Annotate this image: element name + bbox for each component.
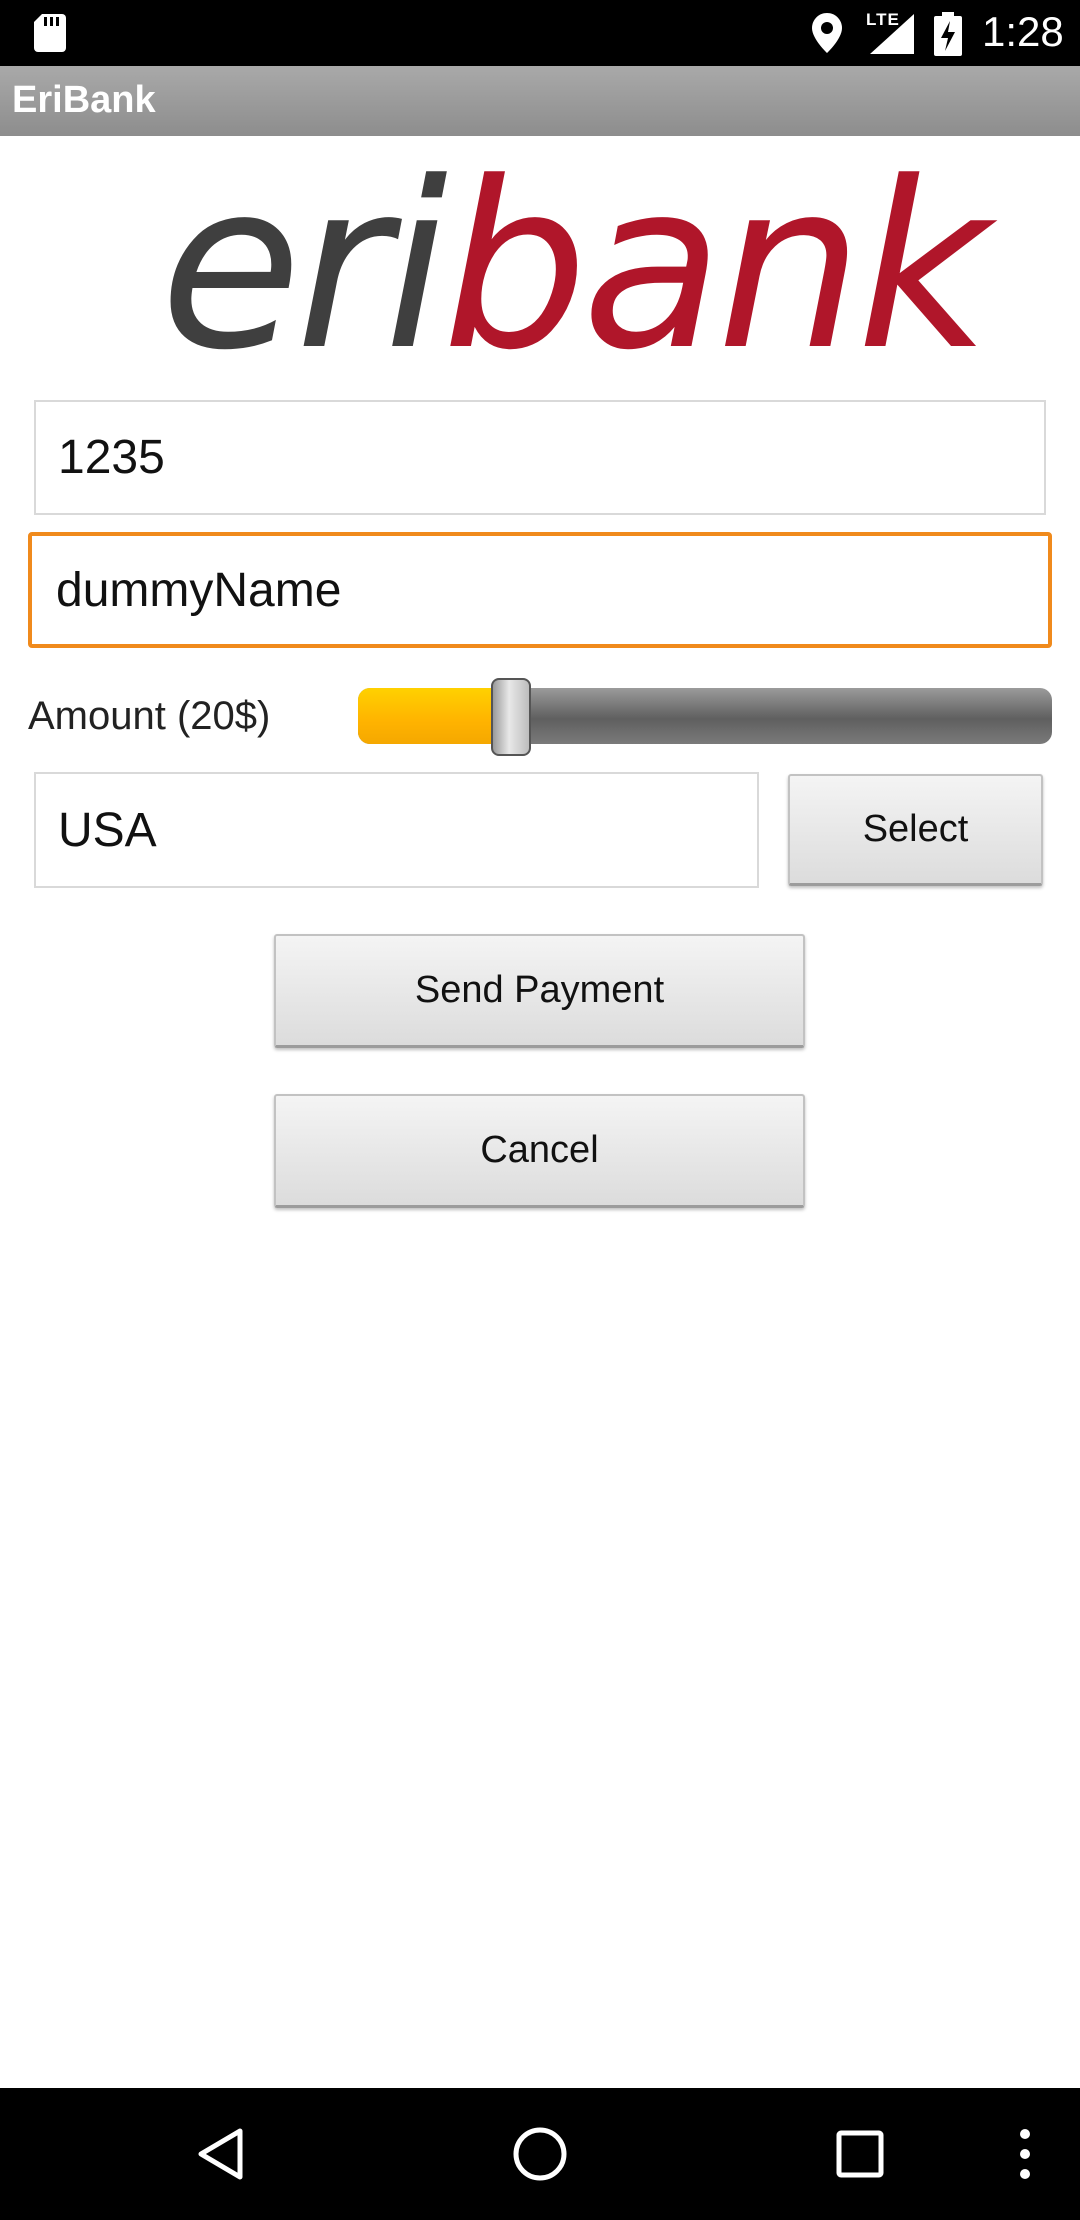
account-number-value: 1235: [58, 431, 165, 484]
back-button[interactable]: [160, 2088, 280, 2220]
logo-text-bank: bank: [441, 134, 990, 401]
battery-charging-icon: [934, 12, 962, 56]
logo-text-eri: eri: [160, 134, 448, 401]
amount-slider-fill: [358, 688, 511, 744]
home-icon: [513, 2127, 567, 2181]
name-field[interactable]: dummyName: [28, 532, 1052, 648]
status-bar: LTE 1:28: [0, 0, 1080, 66]
country-value: USA: [58, 803, 157, 857]
signal-icon: [870, 14, 914, 54]
send-payment-button[interactable]: Send Payment: [274, 934, 805, 1048]
cancel-button[interactable]: Cancel: [274, 1094, 805, 1208]
back-icon: [198, 2128, 243, 2180]
select-country-button[interactable]: Select: [788, 774, 1043, 886]
overflow-menu-button[interactable]: [990, 2088, 1060, 2220]
app-title: EriBank: [12, 79, 156, 121]
navigation-bar: [0, 2088, 1080, 2220]
overflow-menu-icon: [1020, 2129, 1030, 2179]
recents-icon: [836, 2130, 884, 2178]
home-button[interactable]: [480, 2088, 600, 2220]
recents-button[interactable]: [800, 2088, 920, 2220]
account-number-field[interactable]: 1235: [34, 400, 1046, 515]
amount-slider-track[interactable]: [358, 688, 1052, 744]
amount-label: Amount (20$): [28, 694, 271, 738]
action-bar: EriBank: [0, 66, 1080, 136]
amount-slider-thumb[interactable]: [491, 678, 531, 756]
name-value: dummyName: [56, 563, 342, 617]
eribank-logo: eribank: [160, 153, 990, 383]
country-field[interactable]: USA: [34, 772, 759, 888]
location-icon: [812, 13, 842, 53]
status-time: 1:28: [982, 8, 1064, 55]
sd-card-icon: [34, 14, 66, 52]
